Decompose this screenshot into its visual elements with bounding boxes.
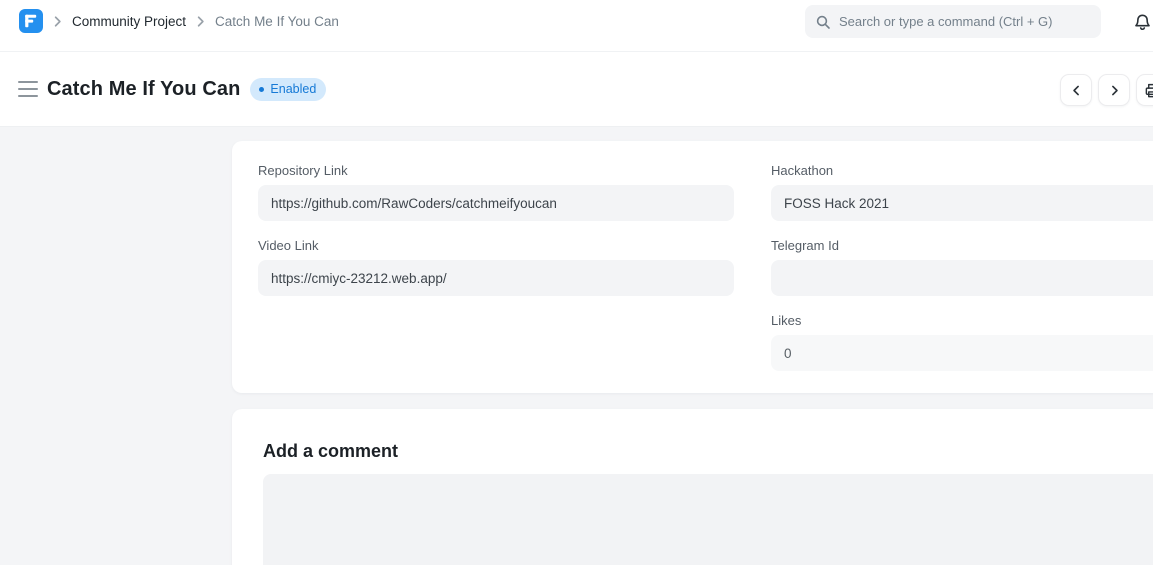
printer-icon: [1144, 82, 1153, 99]
notification-bell-button[interactable]: [1131, 11, 1153, 33]
page-title: Catch Me If You Can: [47, 78, 240, 101]
field-likes: Likes: [771, 313, 1153, 371]
chevron-left-icon: [1070, 84, 1083, 97]
likes-input[interactable]: [771, 335, 1153, 371]
hamburger-icon: [18, 81, 38, 83]
video-link-label: Video Link: [258, 238, 734, 253]
video-link-input[interactable]: [258, 260, 734, 296]
chevron-right-icon: [50, 14, 65, 29]
hamburger-icon: [18, 88, 38, 90]
comment-heading: Add a comment: [263, 441, 1153, 462]
hackathon-label: Hackathon: [771, 163, 1153, 178]
form-column-left: Repository Link Video Link: [258, 163, 734, 371]
search-input[interactable]: [839, 14, 1091, 29]
breadcrumb-item-community-project[interactable]: Community Project: [72, 14, 186, 29]
chevron-right-icon: [193, 14, 208, 29]
field-repository-link: Repository Link: [258, 163, 734, 221]
print-button[interactable]: [1136, 74, 1153, 106]
telegram-id-input[interactable]: [771, 260, 1153, 296]
breadcrumb-item-current[interactable]: Catch Me If You Can: [215, 14, 339, 29]
status-badge-label: Enabled: [270, 82, 316, 96]
sidebar-toggle-button[interactable]: [18, 81, 38, 97]
top-navbar: Community Project Catch Me If You Can: [0, 0, 1153, 52]
status-badge: Enabled: [250, 78, 326, 101]
frappe-logo-icon[interactable]: [19, 9, 43, 33]
prev-record-button[interactable]: [1060, 74, 1092, 106]
hackathon-input[interactable]: [771, 185, 1153, 221]
status-dot-icon: [259, 87, 264, 92]
chevron-right-icon: [1108, 84, 1121, 97]
form-card: Repository Link Video Link Hackathon Tel…: [232, 141, 1153, 393]
page-header: Catch Me If You Can Enabled: [0, 52, 1153, 127]
repository-link-input[interactable]: [258, 185, 734, 221]
hamburger-icon: [18, 95, 38, 97]
app-window: Community Project Catch Me If You Can Ca…: [0, 0, 1153, 566]
page-body: Repository Link Video Link Hackathon Tel…: [0, 127, 1153, 565]
field-telegram-id: Telegram Id: [771, 238, 1153, 296]
repository-link-label: Repository Link: [258, 163, 734, 178]
field-video-link: Video Link: [258, 238, 734, 296]
search-icon: [815, 14, 831, 30]
comment-textarea[interactable]: [263, 474, 1153, 565]
bell-icon: [1133, 13, 1152, 32]
comment-card: Add a comment: [232, 409, 1153, 565]
field-hackathon: Hackathon: [771, 163, 1153, 221]
form-column-right: Hackathon Telegram Id Likes: [771, 163, 1153, 371]
global-search[interactable]: [805, 5, 1101, 38]
next-record-button[interactable]: [1098, 74, 1130, 106]
telegram-id-label: Telegram Id: [771, 238, 1153, 253]
likes-label: Likes: [771, 313, 1153, 328]
